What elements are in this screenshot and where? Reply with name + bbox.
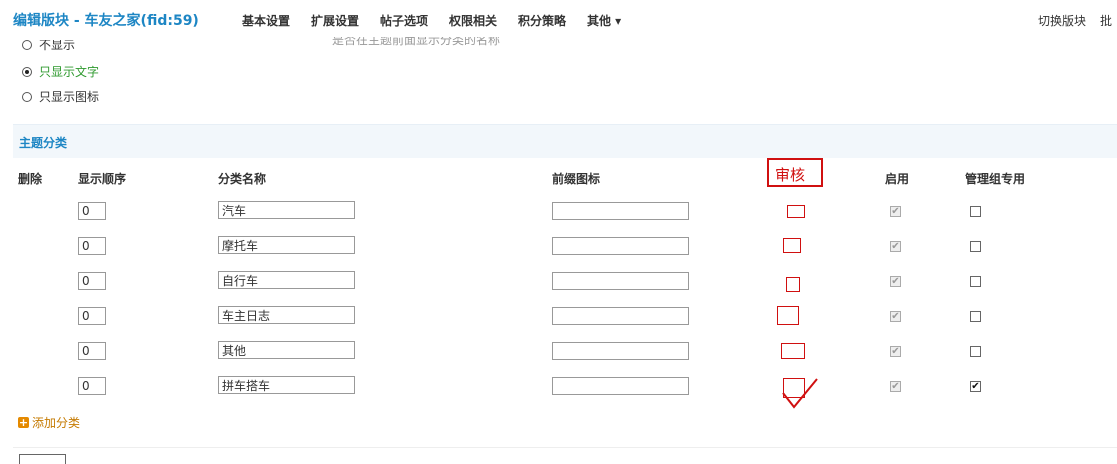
- review-annotation-square: [786, 277, 800, 292]
- category-name-input[interactable]: [218, 341, 355, 359]
- order-input[interactable]: [78, 237, 106, 255]
- submit-button-partial[interactable]: [19, 454, 66, 464]
- nav-other-dropdown[interactable]: 其他 ▾: [587, 12, 621, 29]
- radio-option-icon-only[interactable]: 只显示图标: [22, 88, 99, 105]
- review-annotation-square: [783, 238, 801, 253]
- icon-input[interactable]: [552, 307, 689, 325]
- order-input[interactable]: [78, 307, 106, 325]
- display-option-hint: 是否在主题前面显示分类的名称: [332, 33, 501, 47]
- nav-post-options[interactable]: 帖子选项: [380, 12, 428, 29]
- section-title: 主题分类: [19, 136, 68, 150]
- column-header-icon: 前缀图标: [552, 172, 601, 186]
- category-name-input[interactable]: [218, 306, 355, 324]
- nav-basic-settings[interactable]: 基本设置: [242, 12, 290, 29]
- page-title: 编辑版块 - 车友之家(fid:59): [13, 13, 199, 29]
- admin-only-checkbox[interactable]: [970, 241, 981, 252]
- icon-input[interactable]: [552, 237, 689, 255]
- admin-only-checkbox[interactable]: [970, 311, 981, 322]
- icon-input[interactable]: [552, 342, 689, 360]
- order-input[interactable]: [78, 342, 106, 360]
- nav-extended-settings[interactable]: 扩展设置: [311, 12, 359, 29]
- category-name-input[interactable]: [218, 271, 355, 289]
- enable-checkbox[interactable]: ✔: [890, 276, 901, 287]
- column-header-name: 分类名称: [218, 172, 267, 186]
- batch-link[interactable]: 批: [1100, 12, 1112, 29]
- category-name-input[interactable]: [218, 376, 355, 394]
- admin-only-checkbox[interactable]: ✔: [970, 381, 981, 392]
- category-name-input[interactable]: [218, 201, 355, 219]
- icon-input[interactable]: [552, 272, 689, 290]
- column-header-enable: 启用: [885, 172, 910, 186]
- enable-checkbox[interactable]: ✔: [890, 381, 901, 392]
- order-input[interactable]: [78, 377, 106, 395]
- radio-button[interactable]: [22, 91, 32, 102]
- radio-option-hide[interactable]: 不显示: [22, 40, 75, 53]
- section-header-bar: [13, 124, 1117, 158]
- plus-icon: +: [18, 416, 29, 429]
- radio-button[interactable]: [22, 40, 32, 50]
- enable-checkbox[interactable]: ✔: [890, 241, 901, 252]
- divider: [13, 447, 1117, 448]
- review-annotation-label: 审核: [775, 166, 806, 184]
- radio-button-selected[interactable]: [22, 66, 32, 77]
- red-checkmark-icon: [782, 378, 818, 409]
- radio-option-text-only[interactable]: 只显示文字: [22, 63, 99, 80]
- column-header-order: 显示顺序: [78, 172, 127, 186]
- enable-checkbox[interactable]: ✔: [890, 346, 901, 357]
- order-input[interactable]: [78, 272, 106, 290]
- column-header-delete: 删除: [18, 172, 43, 186]
- order-input[interactable]: [78, 202, 106, 220]
- enable-checkbox[interactable]: ✔: [890, 206, 901, 217]
- nav-permissions[interactable]: 权限相关: [449, 12, 497, 29]
- icon-input[interactable]: [552, 377, 689, 395]
- enable-checkbox[interactable]: ✔: [890, 311, 901, 322]
- column-header-admin-only: 管理组专用: [965, 172, 1026, 186]
- admin-only-checkbox[interactable]: [970, 276, 981, 287]
- add-category-link[interactable]: + 添加分类: [18, 414, 80, 431]
- admin-only-checkbox[interactable]: [970, 206, 981, 217]
- review-annotation-square: [781, 343, 805, 359]
- category-name-input[interactable]: [218, 236, 355, 254]
- review-annotation-square: [777, 306, 799, 325]
- admin-only-checkbox[interactable]: [970, 346, 981, 357]
- review-annotation-square: [787, 205, 805, 218]
- switch-block-link[interactable]: 切换版块: [1038, 12, 1086, 29]
- nav-credit-policy[interactable]: 积分策略: [518, 12, 566, 29]
- icon-input[interactable]: [552, 202, 689, 220]
